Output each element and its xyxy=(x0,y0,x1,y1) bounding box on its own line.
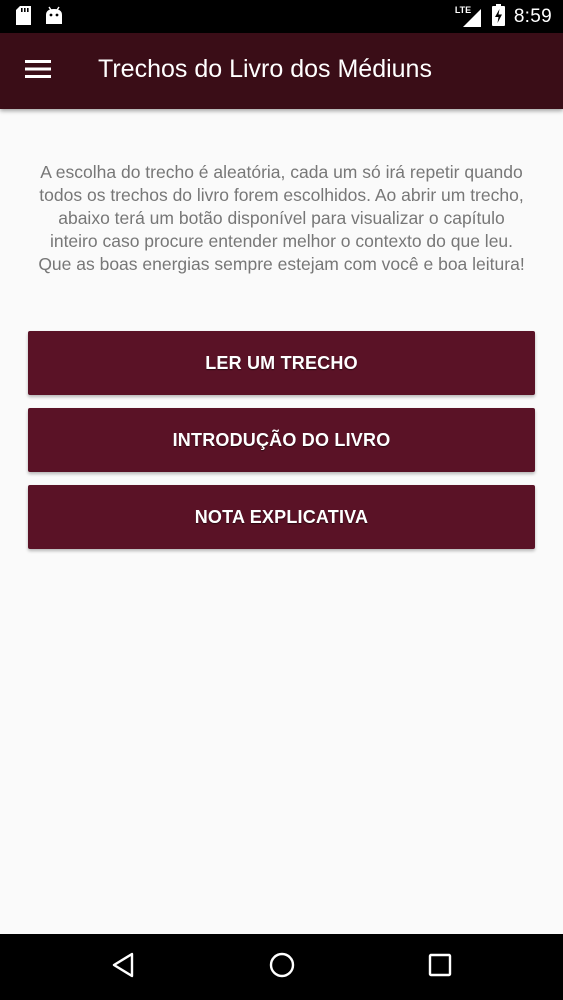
signal-icon: LTE xyxy=(455,5,483,29)
explanatory-note-button[interactable]: NOTA EXPLICATIVA xyxy=(28,485,535,549)
battery-charging-icon xyxy=(491,4,505,30)
status-bar: LTE 8:59 xyxy=(0,0,563,33)
hamburger-menu-icon xyxy=(25,59,51,83)
app-screen: LTE 8:59 Trechos do Livro dos Médiuns A … xyxy=(0,0,563,1000)
back-icon xyxy=(111,952,135,982)
page-title: Trechos do Livro dos Médiuns xyxy=(98,55,432,83)
book-introduction-button[interactable]: INTRODUÇÃO DO LIVRO xyxy=(28,408,535,472)
home-button[interactable] xyxy=(262,947,302,987)
main-content: A escolha do trecho é aleatória, cada um… xyxy=(0,109,563,934)
back-button[interactable] xyxy=(103,947,143,987)
recents-icon xyxy=(428,953,452,981)
description-text: A escolha do trecho é aleatória, cada um… xyxy=(38,162,525,274)
recents-button[interactable] xyxy=(420,947,460,987)
sd-card-icon xyxy=(16,6,31,29)
menu-button[interactable] xyxy=(14,47,62,95)
read-excerpt-button[interactable]: LER UM TRECHO xyxy=(28,331,535,395)
android-icon xyxy=(45,6,63,29)
navigation-bar xyxy=(0,934,563,1000)
app-bar: Trechos do Livro dos Médiuns xyxy=(0,33,563,109)
home-icon xyxy=(269,952,295,982)
status-time: 8:59 xyxy=(513,6,552,27)
